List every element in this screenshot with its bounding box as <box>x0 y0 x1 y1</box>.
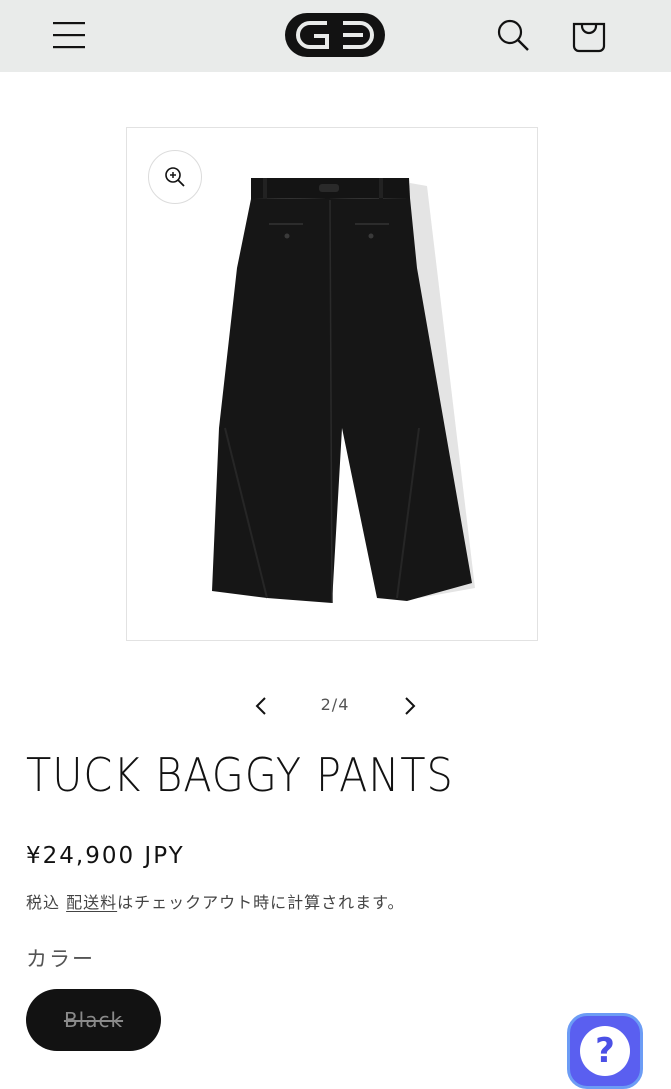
variant-black-button[interactable]: Black <box>26 989 161 1051</box>
product-media[interactable] <box>126 127 538 641</box>
site-header <box>0 0 671 72</box>
tax-prefix: 税込 <box>26 893 61 912</box>
chevron-right-icon[interactable] <box>393 689 427 723</box>
cart-icon[interactable] <box>562 8 616 62</box>
product-price: ¥24,900 JPY <box>26 843 185 869</box>
gallery-counter: 2/4 <box>320 695 350 714</box>
chevron-left-icon[interactable] <box>244 689 278 723</box>
tax-suffix: はチェックアウト時に計算されます。 <box>117 893 405 912</box>
shipping-policy-link[interactable]: 配送料 <box>66 893 117 912</box>
variant-label: Black <box>63 1008 124 1032</box>
gallery-navigation: 2/4 <box>0 685 671 727</box>
help-chat-button[interactable]: ? <box>567 1013 643 1089</box>
question-icon: ? <box>580 1026 630 1076</box>
product-title: TUCK BAGGY PANTS <box>26 748 454 802</box>
brand-logo[interactable] <box>278 6 392 64</box>
tax-note: 税込 配送料はチェックアウト時に計算されます。 <box>26 889 405 913</box>
hamburger-menu-icon[interactable] <box>44 10 94 60</box>
search-icon[interactable] <box>488 10 538 60</box>
color-label: カラー <box>26 947 95 971</box>
product-image <box>212 178 475 604</box>
zoom-in-icon[interactable] <box>148 150 202 204</box>
